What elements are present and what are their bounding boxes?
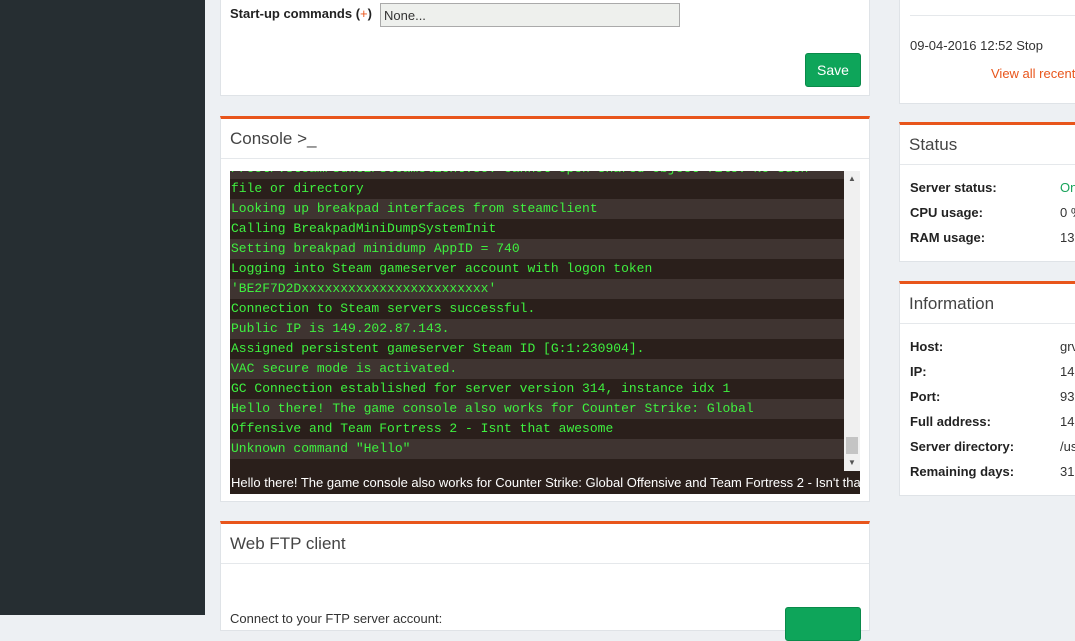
console-line: file or directory — [231, 181, 364, 196]
console-line: Public IP is 149.202.87.143. — [230, 319, 844, 339]
console-output: /root/.steam/sdk32/steamclient.so: canno… — [230, 171, 860, 494]
info-row: Host: grv — [910, 339, 1075, 354]
info-row-label: Server directory: — [910, 439, 1015, 454]
ftp-connect-text: Connect to your FTP server account: — [230, 611, 443, 626]
info-row: Server directory: /us — [910, 439, 1075, 454]
console-scrollbar[interactable]: ▲ ▼ — [844, 171, 860, 471]
recent-actions-panel: 09-04-2016 12:52 Stop View all recent — [899, 0, 1075, 104]
console-line: Hello there! The game console also works… — [230, 399, 844, 419]
status-panel: Status Server status: Online CPU usage: 0 %… — [899, 122, 1075, 262]
console-line: 'BE2F7D2Dxxxxxxxxxxxxxxxxxxxxxxxx' — [230, 279, 844, 299]
info-row-value: 149 — [1060, 364, 1075, 379]
info-row-label: Remaining days: — [910, 464, 1015, 479]
console-line: Logging into Steam gameserver account wi… — [231, 261, 653, 276]
console-line: Assigned persistent gameserver Steam ID … — [231, 341, 645, 356]
status-row-value: 0 % — [1060, 205, 1075, 220]
info-row-value: grv — [1060, 339, 1075, 354]
ftp-connect-button[interactable] — [785, 607, 861, 641]
console-line: Setting breakpad minidump AppID = 740 — [230, 239, 844, 259]
info-row: Full address: 149 — [910, 414, 1075, 429]
console-line: VAC secure mode is activated. — [230, 359, 844, 379]
status-row-value: Online — [1060, 180, 1075, 195]
info-row-value: 319 — [1060, 464, 1075, 479]
console-title: Console >_ — [221, 119, 869, 159]
info-row-value: 149 — [1060, 414, 1075, 429]
information-panel: Information Host: grv IP: 149 Port: 93 Full ad… — [899, 281, 1075, 496]
console-line: GC Connection established for server ver… — [231, 381, 731, 396]
console-line: Calling BreakpadMiniDumpSystemInit — [231, 221, 497, 236]
console-line: Unknown command "Hello" — [230, 439, 844, 459]
status-row: Server status: Online — [910, 180, 1075, 195]
info-row: Remaining days: 319 — [910, 464, 1075, 479]
save-button[interactable]: Save — [805, 53, 861, 87]
info-row-label: Full address: — [910, 414, 991, 429]
startup-label: Start-up commands (+) — [230, 6, 372, 21]
status-row-value: 13 — [1060, 230, 1075, 245]
console-command-input[interactable]: Hello there! The game console also works… — [230, 471, 860, 494]
status-row: RAM usage: 13 — [910, 230, 1074, 245]
startup-panel: Start-up commands (+) Save — [220, 0, 870, 96]
startup-commands-input[interactable] — [380, 3, 680, 27]
console-line: Offensive and Team Fortress 2 - Isnt tha… — [231, 421, 614, 436]
ftp-title: Web FTP client — [221, 524, 869, 564]
info-row-label: Port: — [910, 389, 941, 404]
console-line: Connection to Steam servers successful. — [231, 301, 536, 316]
info-row-value: /us — [1060, 439, 1075, 454]
startup-label-text: Start-up commands — [230, 6, 353, 21]
status-row-label: Server status: — [910, 180, 997, 195]
console-line: /root/.steam/sdk32/steamclient.so: canno… — [230, 171, 844, 179]
status-row: CPU usage: 0 % — [910, 205, 1075, 220]
divider — [910, 15, 1075, 16]
scroll-up-icon[interactable]: ▲ — [844, 171, 860, 187]
info-row-value: 93 — [1060, 389, 1075, 404]
info-row-label: Host: — [910, 339, 944, 354]
info-row: Port: 93 — [910, 389, 1074, 404]
status-row-label: RAM usage: — [910, 230, 986, 245]
scrollbar-thumb[interactable] — [846, 437, 858, 454]
required-mark: + — [360, 6, 368, 21]
status-title: Status — [900, 125, 1075, 165]
info-row: IP: 149 — [910, 364, 1075, 379]
console-lines: /root/.steam/sdk32/steamclient.so: canno… — [230, 171, 844, 459]
status-row-label: CPU usage: — [910, 205, 983, 220]
sidebar — [0, 0, 205, 615]
recent-action-entry: 09-04-2016 12:52 Stop — [910, 38, 1043, 53]
info-row-label: IP: — [910, 364, 927, 379]
console-line: Looking up breakpad interfaces from stea… — [230, 199, 844, 219]
information-title: Information — [900, 284, 1075, 324]
console-panel: Console >_ /root/.steam/sdk32/steamclien… — [220, 116, 870, 502]
view-all-recent-link[interactable]: View all recent — [991, 66, 1075, 81]
scroll-down-icon[interactable]: ▼ — [844, 455, 860, 471]
